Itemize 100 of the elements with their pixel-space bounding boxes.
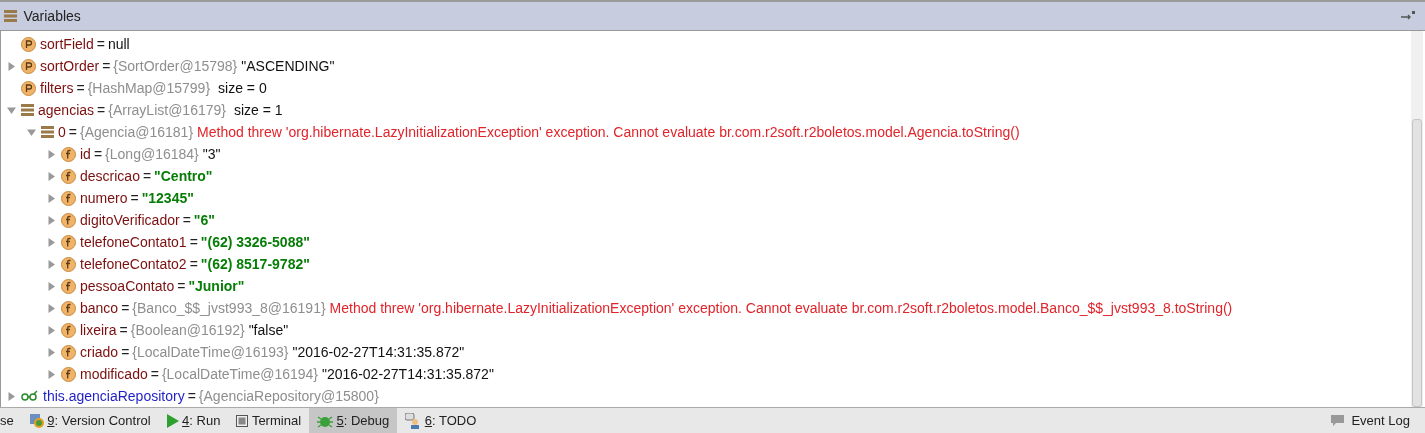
tool-window-tab[interactable]: 6: TODO	[397, 408, 485, 433]
terminal-icon	[236, 414, 249, 427]
variable-value: "3"	[202, 144, 221, 164]
error-message: Method threw 'org.hibernate.LazyInitializationException' exception. Cannot evaluate br.com.r2soft.r2boletos.model.Agencia.toString()	[197, 122, 1020, 142]
scrollbar-thumb[interactable]	[1412, 119, 1422, 407]
event-log-button[interactable]: Event Log	[1323, 408, 1418, 433]
tool-window-tab[interactable]: 4: Run	[158, 408, 229, 433]
variable-name: criado	[80, 342, 119, 362]
type-label: {Long@16184}	[105, 144, 199, 164]
field-icon	[61, 146, 76, 162]
type-label: {ArrayList@16179}	[108, 100, 226, 120]
variable-value: "(62) 3326-5088"	[200, 232, 310, 252]
tool-window-tab[interactable]: se	[0, 408, 22, 433]
equals-sign: =	[118, 320, 129, 340]
tool-window-tab[interactable]: 5: Debug	[309, 408, 398, 433]
equals-sign: =	[120, 342, 131, 362]
expand-arrow-icon[interactable]	[46, 215, 56, 225]
equals-sign: =	[67, 122, 78, 142]
tool-window-tab[interactable]: Terminal	[228, 408, 309, 433]
list-icon	[41, 126, 54, 138]
variable-value: "2016-02-27T14:31:35.872"	[292, 342, 465, 362]
expand-arrow-icon[interactable]	[6, 391, 16, 401]
equals-sign: =	[149, 364, 160, 384]
type-label: {LocalDateTime@16193}	[132, 342, 289, 362]
version-control-icon	[29, 413, 44, 428]
expand-arrow-icon[interactable]	[46, 347, 56, 357]
equals-sign: =	[95, 34, 106, 54]
error-message: Method threw 'org.hibernate.LazyInitializationException' exception. Cannot evaluate br.com.r2soft.r2boletos.model.Banco_$$_jvst993_8.toString()	[329, 298, 1233, 318]
expand-arrow-icon[interactable]	[46, 149, 56, 159]
variable-value: "2016-02-27T14:31:35.872"	[322, 364, 494, 384]
field-icon	[61, 278, 76, 294]
equals-sign: =	[186, 386, 197, 406]
variable-name: 0	[58, 122, 66, 142]
expand-arrow-icon[interactable]	[46, 303, 56, 313]
equals-sign: =	[101, 56, 112, 76]
expand-arrow-icon[interactable]	[46, 281, 56, 291]
variable-value: "6"	[193, 210, 215, 230]
field-icon	[61, 168, 76, 184]
variable-name: lixeira	[80, 320, 117, 340]
field-icon	[61, 300, 76, 316]
size-label: size = 1	[233, 100, 283, 120]
field-icon	[61, 190, 76, 206]
variable-name: telefoneContato1	[80, 232, 187, 252]
equals-sign: =	[176, 276, 187, 296]
list-icon	[21, 104, 34, 116]
glasses-icon	[21, 390, 39, 402]
field-icon	[61, 234, 76, 250]
variable-name: telefoneContato2	[80, 254, 187, 274]
expand-arrow-icon[interactable]	[6, 61, 16, 71]
expand-arrow-icon[interactable]	[46, 325, 56, 335]
variable-value: "(62) 8517-9782"	[200, 254, 310, 274]
type-label: {SortOrder@15798}	[113, 56, 238, 76]
type-label: {AgenciaRepository@15800}	[198, 386, 379, 406]
panel-title: Variables	[23, 6, 81, 26]
expand-arrow-icon[interactable]	[46, 259, 56, 269]
variables-icon	[3, 10, 17, 22]
equals-sign: =	[92, 144, 104, 164]
tool-window-tab[interactable]: 9: Version Control	[21, 408, 159, 433]
expand-arrow-icon[interactable]	[46, 369, 56, 379]
variable-value: "12345"	[141, 188, 194, 208]
variable-name: agencias	[38, 100, 95, 120]
variable-name: id	[80, 144, 91, 164]
todo-icon	[405, 412, 422, 429]
variable-value: "Centro"	[154, 166, 213, 186]
variable-name: filters	[40, 78, 74, 98]
field-icon	[61, 256, 76, 272]
equals-sign: =	[120, 298, 131, 318]
variable-name: this.agenciaRepository	[43, 386, 185, 406]
pin-icon[interactable]	[1400, 11, 1415, 21]
expand-arrow-icon[interactable]	[46, 171, 56, 181]
type-label: {Agencia@16181}	[80, 122, 194, 142]
variable-name: sortField	[40, 34, 94, 54]
property-icon	[21, 80, 36, 96]
field-icon	[61, 366, 76, 382]
variable-name: digitoVerificador	[80, 210, 180, 230]
property-icon	[21, 58, 36, 74]
type-label: {Boolean@16192}	[130, 320, 245, 340]
expand-arrow-icon[interactable]	[46, 237, 56, 247]
equals-sign: =	[75, 78, 86, 98]
equals-sign: =	[188, 232, 199, 252]
variable-value: null	[107, 34, 130, 54]
field-icon	[61, 212, 76, 228]
equals-sign: =	[181, 210, 192, 230]
equals-sign: =	[96, 100, 107, 120]
field-icon	[61, 344, 76, 360]
variable-value: "Junior"	[188, 276, 245, 296]
variable-value: "false"	[248, 320, 289, 340]
type-label: {LocalDateTime@16194}	[161, 364, 319, 384]
bug-icon	[317, 413, 333, 428]
speech-bubble-icon	[1331, 414, 1345, 427]
type-label: {HashMap@15799}	[87, 78, 211, 98]
variable-name: pessoaContato	[80, 276, 175, 296]
collapse-arrow-icon[interactable]	[26, 127, 36, 137]
equals-sign: =	[129, 188, 140, 208]
variable-name: numero	[80, 188, 128, 208]
collapse-arrow-icon[interactable]	[6, 105, 16, 115]
variable-name: descricao	[80, 166, 140, 186]
expand-arrow-icon[interactable]	[46, 193, 56, 203]
variable-name: sortOrder	[40, 56, 100, 76]
field-icon	[61, 322, 76, 338]
